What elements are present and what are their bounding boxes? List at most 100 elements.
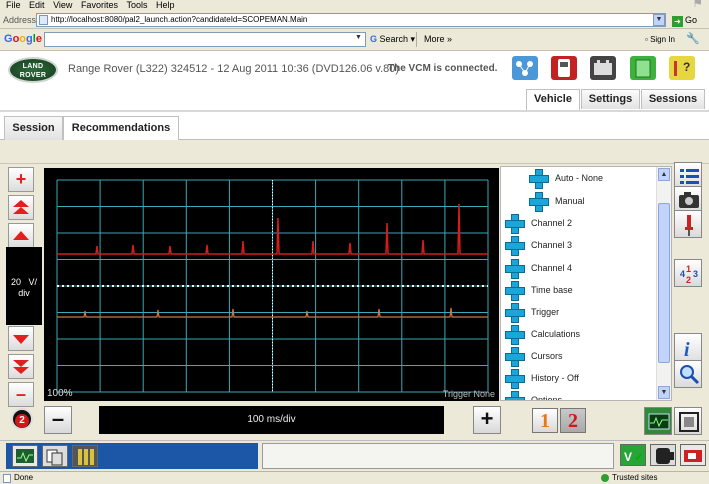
shift-up-button[interactable]: [8, 223, 34, 248]
zoom-out-button[interactable]: –: [8, 382, 34, 407]
files-tool-icon[interactable]: [42, 445, 68, 467]
channel-1-button[interactable]: 1: [532, 408, 558, 433]
google-search-input[interactable]: [44, 32, 366, 47]
expand-plus-icon: [505, 236, 525, 256]
google-search-button[interactable]: G Search ▾: [370, 34, 415, 45]
expand-plus-icon: [505, 303, 525, 323]
expand-plus-icon: [529, 169, 549, 189]
volts-value: 20: [10, 277, 21, 287]
timebase-bar: – 100 ms/div +: [44, 404, 501, 436]
probe-icon[interactable]: [674, 210, 702, 238]
shift-down-button[interactable]: [8, 326, 34, 351]
down-arrow-icon: [13, 335, 29, 344]
meter-tool-icon[interactable]: [72, 445, 98, 467]
double-down-icon: [13, 360, 29, 374]
zoom-level: 100%: [47, 388, 73, 399]
windows-logo-icon: ⚑: [692, 0, 703, 10]
sign-in-button[interactable]: ▫ Sign In: [645, 35, 675, 44]
browser-status-bar: Done Trusted sites: [0, 471, 709, 484]
vcm-ok-icon[interactable]: V ✓: [620, 444, 646, 466]
tree-item-label: Channel 3: [531, 240, 573, 250]
vcm-status: The VCM is connected.: [388, 63, 498, 74]
tab-vehicle[interactable]: Vehicle: [526, 89, 580, 110]
tab-settings[interactable]: Settings: [581, 89, 640, 109]
top-tabs: Vehicle Settings Sessions: [0, 89, 709, 110]
menu-favorites[interactable]: Favorites: [81, 0, 118, 10]
expand-plus-icon: [505, 391, 525, 400]
scope-mode-icon[interactable]: [644, 407, 672, 435]
tree-item-label: History - Off: [531, 373, 579, 383]
battery-icon[interactable]: [590, 56, 616, 80]
message-field: [262, 443, 614, 469]
trusted-zone-icon: [601, 474, 609, 482]
tab-session[interactable]: Session: [4, 116, 63, 140]
channel-number: 2: [15, 414, 29, 428]
magnifier-icon[interactable]: [674, 360, 702, 388]
page-icon: [39, 15, 48, 25]
menu-tools[interactable]: Tools: [126, 0, 147, 10]
expand-plus-icon: [505, 347, 525, 367]
address-input[interactable]: http://localhost:8080/pal2_launch.action…: [36, 13, 666, 27]
address-url: http://localhost:8080/pal2_launch.action…: [51, 15, 308, 24]
google-more-button[interactable]: More »: [424, 34, 452, 44]
tab-recommendations[interactable]: Recommendations: [63, 116, 179, 141]
svg-text:?: ?: [683, 60, 690, 74]
timebase-increase-button[interactable]: +: [473, 406, 501, 434]
go-button[interactable]: ➜ Go: [672, 13, 704, 27]
tree-item-label: Options: [531, 395, 563, 401]
tree-item-label: Cursors: [531, 351, 563, 361]
google-search-icon: G: [370, 34, 380, 44]
scope-graph: [56, 179, 489, 393]
volts-suffix: div: [18, 288, 30, 298]
scale-adjust-icon[interactable]: 4123: [674, 259, 702, 287]
tree-item-label: Channel 4: [531, 263, 573, 273]
volts-per-div-display: 20 V/ div: [6, 247, 42, 325]
go-label: Go: [685, 15, 698, 25]
vcm-device-icon[interactable]: [551, 56, 577, 80]
fullscreen-icon[interactable]: [674, 407, 702, 435]
menu-edit[interactable]: Edit: [29, 0, 45, 10]
tree-scrollbar[interactable]: ▲ ▼: [656, 167, 671, 400]
clipboard-icon[interactable]: [630, 56, 656, 80]
scroll-down-icon[interactable]: ▼: [658, 386, 670, 399]
timebase-decrease-button[interactable]: –: [44, 406, 72, 434]
scope-settings-tree: Auto - None Manual Channel 2 Channel 3 C…: [500, 166, 672, 401]
address-dropdown-icon[interactable]: ▼: [653, 14, 665, 26]
tree-item-label: Trigger: [531, 307, 560, 317]
power-icon[interactable]: [680, 444, 706, 466]
svg-text:1: 1: [686, 264, 691, 274]
shift-up-fast-button[interactable]: [8, 195, 34, 220]
address-bar: Address http://localhost:8080/pal2_launc…: [0, 11, 709, 29]
browser-menubar: File Edit View Favorites Tools Help ⚑: [0, 0, 709, 11]
scroll-up-icon[interactable]: ▲: [658, 168, 670, 181]
scope-tool-icon[interactable]: [12, 445, 38, 467]
tree-item-label: Channel 2: [531, 218, 573, 228]
shift-down-fast-button[interactable]: [8, 354, 34, 379]
menu-help[interactable]: Help: [156, 0, 175, 10]
wrench-icon[interactable]: 🔧: [686, 32, 700, 45]
zoom-in-button[interactable]: +: [8, 167, 34, 192]
svg-text:4: 4: [680, 269, 685, 279]
channel-2-button[interactable]: 2: [560, 408, 586, 433]
tree-item-label: Calculations: [531, 329, 581, 339]
google-logo: Google: [4, 33, 42, 45]
svg-text:V: V: [624, 450, 632, 464]
network-icon[interactable]: [512, 56, 538, 80]
expand-plus-icon: [505, 325, 525, 345]
help-tools-icon[interactable]: ?: [669, 56, 695, 80]
menu-file[interactable]: File: [6, 0, 21, 10]
svg-text:3: 3: [693, 269, 698, 279]
timebase-display: 100 ms/div: [99, 406, 444, 434]
toolbar-separator: [416, 32, 417, 47]
google-dropdown-icon[interactable]: ▼: [355, 34, 362, 41]
sub-tabs: Session Recommendations: [0, 112, 709, 141]
connector-icon[interactable]: [650, 444, 676, 466]
tree-item-label: Time base: [531, 285, 573, 295]
info-icon[interactable]: i: [674, 333, 702, 361]
land-rover-logo: LAND ROVER: [8, 57, 58, 83]
menu-view[interactable]: View: [53, 0, 72, 10]
oscilloscope-screen[interactable]: 100% Trigger None: [44, 168, 499, 401]
tab-sessions[interactable]: Sessions: [641, 89, 705, 109]
scroll-thumb[interactable]: [658, 203, 670, 363]
svg-text:i: i: [684, 339, 690, 361]
